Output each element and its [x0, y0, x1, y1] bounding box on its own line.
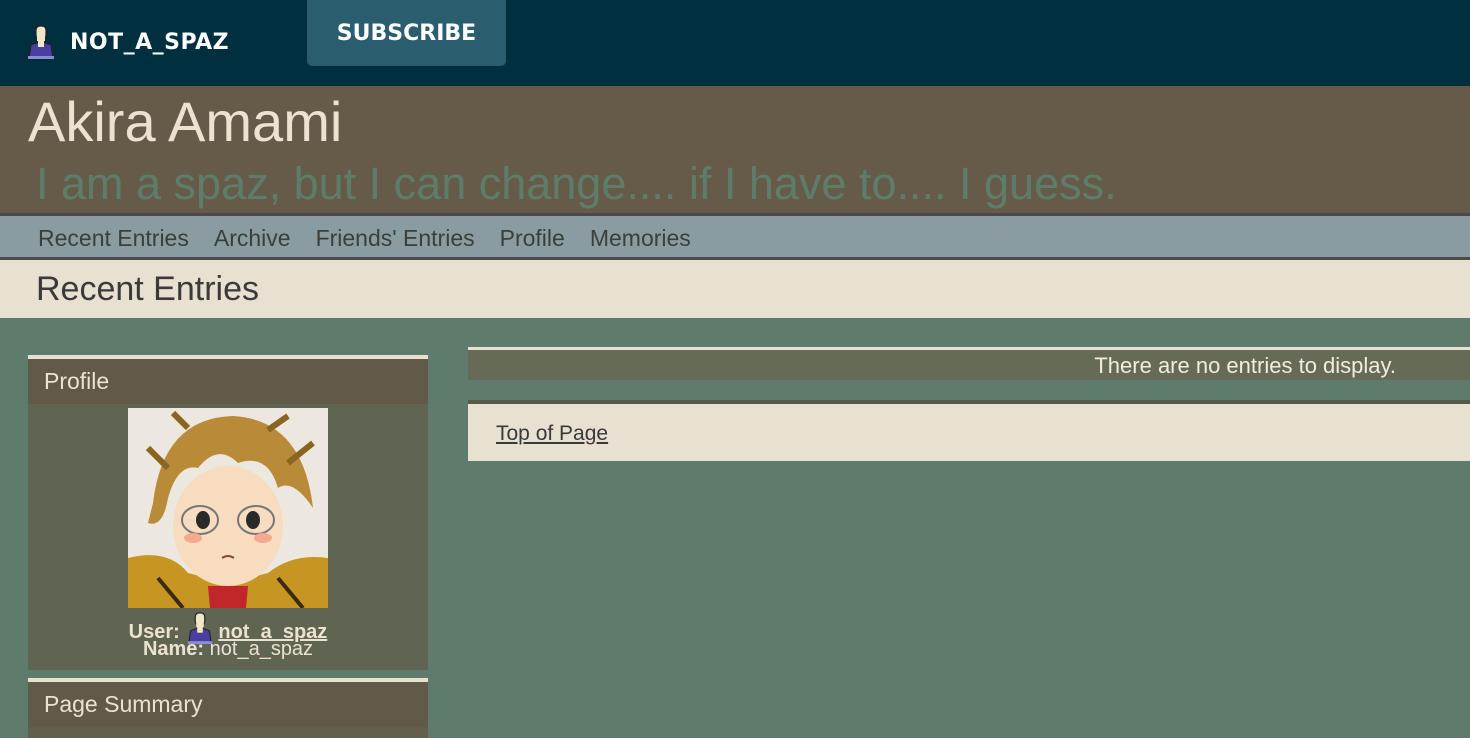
- name-value: not_a_spaz: [209, 638, 314, 660]
- userpic-image[interactable]: [128, 408, 328, 608]
- page-footer-nav: Top of Page: [468, 400, 1470, 461]
- page-summary-header: Page Summary: [28, 682, 428, 727]
- journal-nav: Recent Entries Archive Friends' Entries …: [0, 213, 1470, 260]
- journal-header: Akira Amami I am a spaz, but I can chang…: [0, 86, 1470, 213]
- journal-subtitle: I am a spaz, but I can change.... if I h…: [36, 158, 1117, 209]
- journal-title: Akira Amami: [28, 90, 343, 153]
- nav-archive[interactable]: Archive: [214, 225, 291, 252]
- nav-recent-entries[interactable]: Recent Entries: [38, 225, 189, 252]
- page-title: Recent Entries: [36, 270, 259, 308]
- nav-memories[interactable]: Memories: [590, 225, 691, 252]
- top-username[interactable]: NOT_A_SPAZ: [70, 30, 229, 55]
- profile-module-header: Profile: [28, 359, 428, 404]
- profile-module: Profile User: not_a_spaz Name: not_a_spa…: [28, 355, 428, 670]
- anime-avatar-icon: [128, 408, 328, 608]
- no-entries-bar: There are no entries to display.: [468, 347, 1470, 380]
- nav-profile[interactable]: Profile: [500, 225, 565, 252]
- page-summary-module: Page Summary: [28, 678, 428, 738]
- no-entries-message: There are no entries to display.: [1094, 353, 1396, 378]
- user-icon: [26, 25, 56, 59]
- page-heading-bar: Recent Entries: [0, 260, 1470, 318]
- top-of-page-link[interactable]: Top of Page: [496, 422, 608, 446]
- subscribe-button[interactable]: SUBSCRIBE: [307, 0, 506, 66]
- name-label: Name:: [142, 638, 205, 660]
- profile-name-line: Name: not_a_spaz: [28, 637, 428, 661]
- nav-friends-entries[interactable]: Friends' Entries: [316, 225, 475, 252]
- top-bar: NOT_A_SPAZ SUBSCRIBE: [0, 0, 1470, 86]
